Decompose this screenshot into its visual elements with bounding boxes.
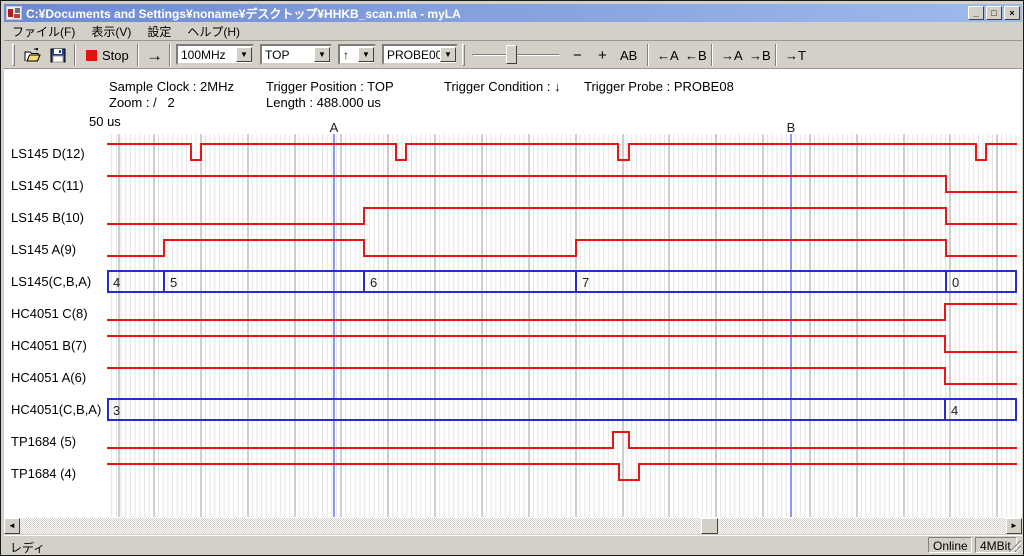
scroll-left-button[interactable]: ◄	[4, 518, 20, 534]
channel-label: HC4051(C,B,A)	[11, 402, 101, 417]
goto-trigger-button[interactable]: →T	[781, 44, 810, 67]
probe-combobox[interactable]: PROBE00 ▼	[382, 44, 458, 65]
goto-marker-b-button[interactable]: ←B	[681, 44, 711, 67]
ab-range-button[interactable]: AB	[616, 44, 641, 67]
toolbar: Stop → 100MHz ▼ TOP ▼ ↑ ▼ PROBE00 ▼ − + …	[4, 40, 1022, 69]
probe-value: PROBE00	[384, 48, 440, 62]
app-window: C:¥Documents and Settings¥noname¥デスクトップ¥…	[0, 0, 1024, 556]
scrollbar-thumb[interactable]	[701, 518, 718, 534]
set-marker-a-button[interactable]: →A	[717, 44, 747, 67]
resize-grip[interactable]	[1009, 540, 1021, 552]
zoom-info: Zoom : / 2	[109, 95, 175, 110]
save-floppy-icon	[50, 48, 67, 63]
marker-a-label: A	[330, 121, 339, 135]
channel-label: LS145 D(12)	[11, 146, 85, 161]
trigger-position-info: Trigger Position : TOP	[266, 79, 394, 94]
channel-label: HC4051 C(8)	[11, 306, 88, 321]
trigger-condition-info: Trigger Condition : ↓	[444, 79, 561, 94]
toolbar-separator	[711, 44, 713, 66]
stop-label: Stop	[102, 48, 129, 63]
toolbar-grip[interactable]	[462, 44, 465, 66]
channel-label: TP1684 (5)	[11, 434, 76, 449]
chevron-down-icon[interactable]: ▼	[236, 47, 252, 62]
bus-value: 4	[113, 275, 120, 290]
marker-b-label: B	[787, 121, 796, 135]
zoom-out-button[interactable]: −	[569, 44, 586, 67]
menubar: ファイル(F) 表示(V) 設定 ヘルプ(H)	[4, 23, 1022, 40]
bus-value: 0	[952, 275, 959, 290]
bus-value: 5	[170, 275, 177, 290]
trigger-edge-combobox[interactable]: ↑ ▼	[338, 44, 376, 65]
goto-marker-a-button[interactable]: ←A	[653, 44, 683, 67]
chevron-down-icon[interactable]: ▼	[440, 47, 456, 62]
channel-label: TP1684 (4)	[11, 466, 76, 481]
waveform-svg: A B 4 5 6 7 0 3 4	[107, 121, 1017, 517]
toolbar-grip[interactable]	[12, 44, 15, 66]
toolbar-separator	[775, 44, 777, 66]
menu-settings[interactable]: 設定	[139, 22, 179, 41]
trigger-probe-info: Trigger Probe : PROBE08	[584, 79, 734, 94]
window-title: C:¥Documents and Settings¥noname¥デスクトップ¥…	[26, 5, 964, 22]
channel-label: HC4051 A(6)	[11, 370, 86, 385]
toolbar-separator	[647, 44, 649, 66]
stop-button[interactable]: Stop	[82, 44, 133, 67]
toolbar-separator	[137, 44, 139, 66]
status-ready-text: レディ	[10, 539, 45, 556]
channel-label: HC4051 B(7)	[11, 338, 87, 353]
sample-clock-info: Sample Clock : 2MHz	[109, 79, 234, 94]
toolbar-separator	[169, 44, 171, 66]
trigger-edge-value: ↑	[340, 48, 358, 62]
app-icon	[6, 6, 22, 20]
channel-label: LS145 A(9)	[11, 242, 76, 257]
open-folder-icon	[24, 48, 41, 63]
save-button[interactable]	[46, 44, 71, 67]
channel-label: LS145 C(11)	[11, 178, 84, 193]
zoom-slider[interactable]	[470, 44, 562, 65]
close-button[interactable]: ×	[1004, 6, 1020, 20]
status-online-badge: Online	[928, 537, 972, 553]
statusbar: レディ Online 4MBit	[4, 535, 1022, 554]
channel-label: LS145 B(10)	[11, 210, 84, 225]
bus-value: 3	[113, 403, 120, 418]
stop-square-icon	[86, 50, 97, 61]
bus-value: 4	[951, 403, 958, 418]
open-file-button[interactable]	[20, 44, 45, 67]
chevron-down-icon[interactable]: ▼	[358, 47, 374, 62]
set-marker-b-button[interactable]: →B	[745, 44, 775, 67]
waveform-panel: Sample Clock : 2MHz Trigger Position : T…	[4, 69, 1022, 518]
minimize-button[interactable]: _	[968, 6, 984, 20]
slider-thumb[interactable]	[506, 45, 517, 64]
maximize-button[interactable]: □	[986, 6, 1002, 20]
sample-clock-value: 100MHz	[178, 48, 236, 62]
trigger-position-combobox[interactable]: TOP ▼	[260, 44, 332, 65]
zoom-in-button[interactable]: +	[594, 44, 611, 67]
run-button[interactable]: →	[142, 44, 167, 67]
menu-file[interactable]: ファイル(F)	[4, 22, 83, 41]
bus-value: 7	[582, 275, 589, 290]
sample-clock-combobox[interactable]: 100MHz ▼	[176, 44, 254, 65]
bus-value: 6	[370, 275, 377, 290]
trigger-position-value: TOP	[262, 48, 314, 62]
horizontal-scrollbar[interactable]: ◄ ►	[4, 518, 1022, 534]
scroll-right-button[interactable]: ►	[1006, 518, 1022, 534]
menu-view[interactable]: 表示(V)	[83, 22, 139, 41]
menu-help[interactable]: ヘルプ(H)	[179, 22, 248, 41]
toolbar-separator	[74, 44, 76, 66]
chevron-down-icon[interactable]: ▼	[314, 47, 330, 62]
titlebar[interactable]: C:¥Documents and Settings¥noname¥デスクトップ¥…	[4, 4, 1022, 22]
length-info: Length : 488.000 us	[266, 95, 381, 110]
channel-label: LS145(C,B,A)	[11, 274, 91, 289]
